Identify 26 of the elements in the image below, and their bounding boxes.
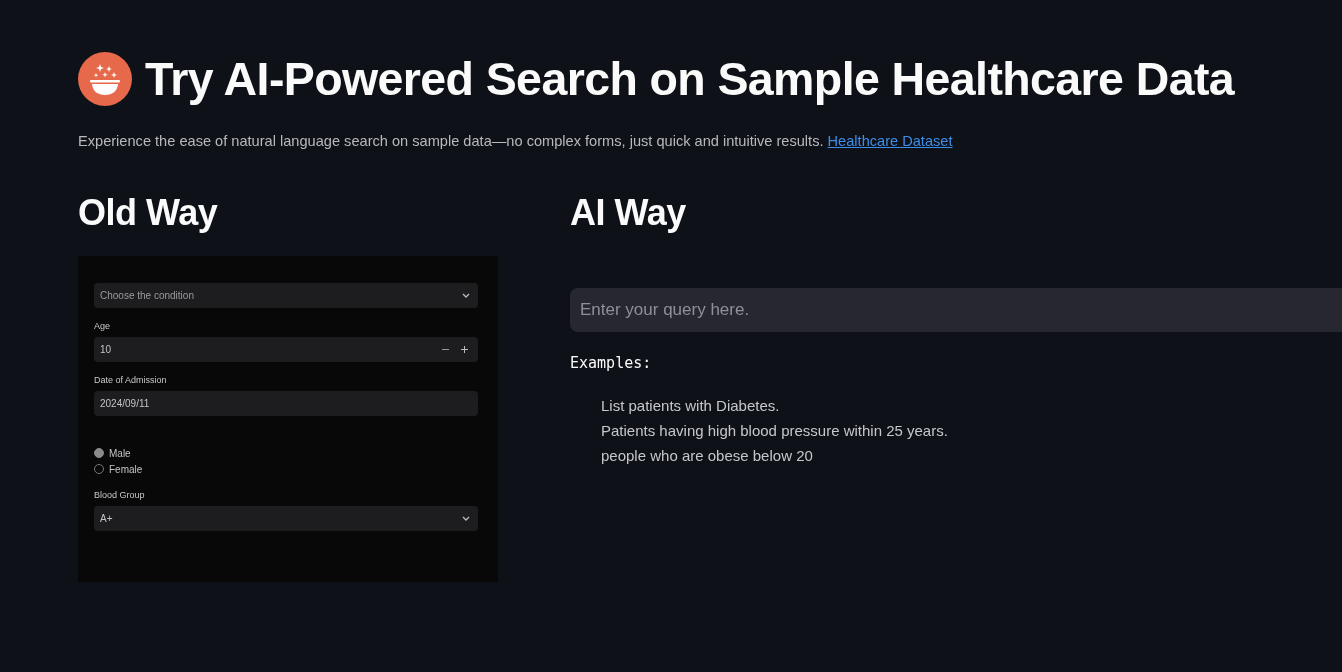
section-heading: Old Way xyxy=(78,191,219,235)
sparkling-bowl-icon xyxy=(78,52,132,106)
example-query-text: people who are obese below 20 xyxy=(601,446,814,466)
minus-icon xyxy=(442,346,449,353)
number-field[interactable]: 10 xyxy=(94,337,478,362)
chevron-down-icon xyxy=(462,516,470,521)
section-heading: AI Way xyxy=(570,191,686,235)
field-label: Date of Admission xyxy=(94,374,168,387)
increment-button[interactable] xyxy=(459,344,470,355)
field-label: Age xyxy=(94,320,111,333)
field-label: Blood Group xyxy=(94,489,146,502)
query-input-field[interactable]: Enter your query here. xyxy=(570,288,1342,332)
radio-label: Male xyxy=(109,447,131,459)
radio-label: Female xyxy=(109,463,143,475)
radio-button[interactable] xyxy=(94,448,104,458)
plus-icon xyxy=(461,346,468,353)
page-description: Experience the ease of natural language search on sample data—no complex forms, just quick and intuitive results. xyxy=(78,133,824,149)
example-query-text: List patients with Diabetes. xyxy=(601,396,781,416)
select-field[interactable]: A+ xyxy=(94,506,478,531)
select-field[interactable]: Choose the condition xyxy=(94,283,478,308)
date-field[interactable]: 2024/09/11 xyxy=(94,391,478,416)
dataset-link[interactable]: Healthcare Dataset xyxy=(827,133,953,149)
example-query-text: Patients having high blood pressure within 25 years. xyxy=(601,421,948,441)
chevron-down-icon xyxy=(462,293,470,298)
examples-label: Examples: xyxy=(570,353,652,374)
page-title: Try AI-Powered Search on Sample Healthcare Data xyxy=(145,52,1235,106)
